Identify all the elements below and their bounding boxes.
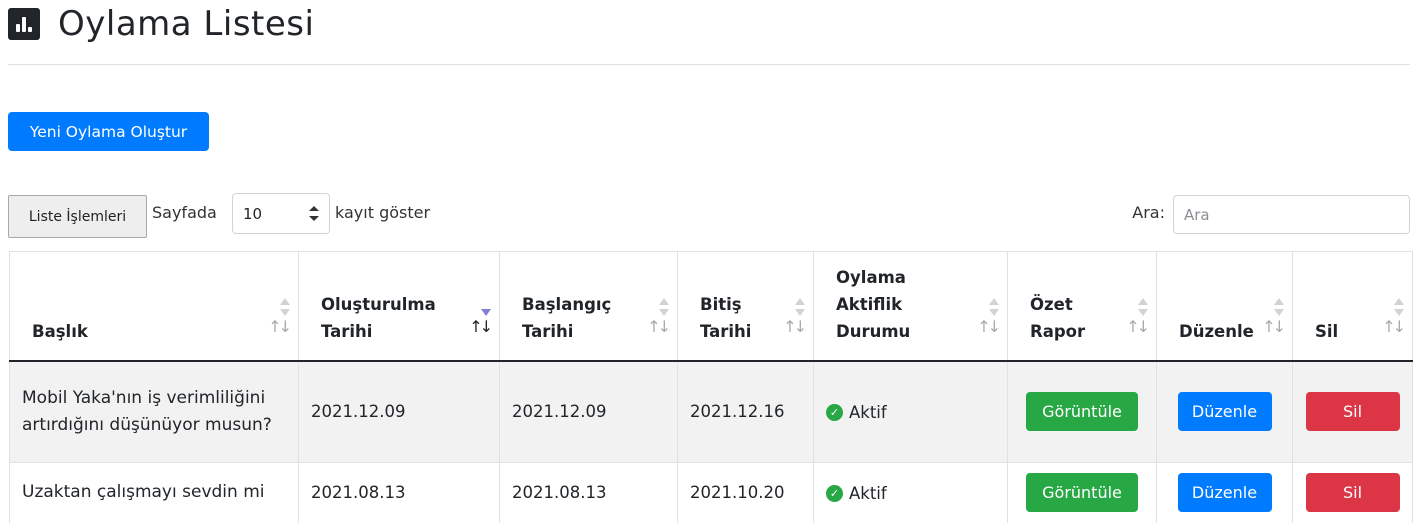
table-row: Mobil Yaka'nın iş verimliliğini artırdığ… — [9, 360, 1413, 463]
sort-arrows-icon: ↑↓ — [1382, 316, 1406, 336]
table-row: Uzaktan çalışmayı sevdin mi 2021.08.13 202… — [9, 462, 1413, 523]
check-circle-icon: ✓ — [826, 404, 843, 422]
cell-created: 2021.12.09 — [298, 360, 500, 463]
cell-status: ✓ Aktif — [813, 462, 1008, 523]
column-header-report[interactable]: Özet Rapor ↑↓ — [1007, 251, 1157, 362]
page-header: Oylama Listesi — [8, 0, 314, 48]
status-text: Aktif — [849, 484, 887, 504]
column-header-end[interactable]: Bitiş Tarihi ↑↓ — [677, 251, 814, 362]
delete-button[interactable]: Sil — [1305, 392, 1400, 432]
cell-report: Görüntüle — [1007, 462, 1157, 523]
edit-button[interactable]: Düzenle — [1177, 473, 1272, 513]
page-title: Oylama Listesi — [58, 4, 315, 44]
cell-edit: Düzenle — [1156, 360, 1293, 463]
status-badge: ✓ Aktif — [826, 484, 887, 503]
table-toolbar: Liste İşlemleri Sayfada 10 kayıt göster … — [8, 193, 1410, 239]
new-poll-button[interactable]: Yeni Oylama Oluştur — [8, 112, 209, 151]
per-page-value: 10 — [243, 204, 263, 223]
cell-start: 2021.08.13 — [499, 462, 678, 523]
column-header-start[interactable]: Başlangıç Tarihi ↑↓ — [499, 251, 678, 362]
sort-arrows-icon: ↑↓ — [1262, 316, 1286, 336]
column-header-title[interactable]: Başlık ↑↓ — [9, 251, 299, 362]
column-header-label: Başlangıç — [522, 294, 612, 314]
per-page-prefix: Sayfada — [152, 203, 217, 222]
header-divider — [8, 64, 1410, 65]
column-header-label: Tarihi — [321, 321, 373, 341]
cell-end: 2021.10.20 — [677, 462, 814, 523]
search-input[interactable] — [1173, 195, 1410, 234]
cell-report: Görüntüle — [1007, 360, 1157, 463]
cell-start: 2021.12.09 — [499, 360, 678, 463]
cell-created: 2021.08.13 — [298, 462, 500, 523]
column-header-label: Oylama — [836, 267, 906, 287]
cell-end: 2021.12.16 — [677, 360, 814, 463]
column-header-label: Tarihi — [522, 321, 574, 341]
column-header-status[interactable]: Oylama Aktiflik Durumu ↑↓ — [813, 251, 1008, 362]
column-header-label: Durumu — [836, 321, 911, 341]
search-label: Ara: — [1132, 203, 1165, 222]
list-actions-button[interactable]: Liste İşlemleri — [8, 195, 147, 238]
column-header-label: Aktiflik — [836, 294, 903, 314]
column-header-label: Oluşturulma — [321, 294, 436, 314]
bar-chart-icon — [8, 8, 40, 40]
column-header-label: Bitiş — [700, 294, 742, 314]
column-header-label: Özet — [1030, 294, 1073, 314]
status-text: Aktif — [849, 403, 887, 423]
cell-status: ✓ Aktif — [813, 360, 1008, 463]
polls-table: Başlık ↑↓ Oluşturulma Tarihi ↑↓ Başlangıç Tari… — [9, 251, 1413, 523]
table-body: Mobil Yaka'nın iş verimliliğini artırdığ… — [9, 360, 1413, 523]
cell-edit: Düzenle — [1156, 462, 1293, 523]
check-circle-icon: ✓ — [826, 485, 843, 503]
table-header-row: Başlık ↑↓ Oluşturulma Tarihi ↑↓ Başlangıç Tari… — [9, 251, 1413, 362]
per-page-suffix: kayıt göster — [335, 203, 431, 222]
view-report-button[interactable]: Görüntüle — [1026, 392, 1138, 432]
sort-arrows-icon: ↑↓ — [1126, 316, 1150, 336]
view-report-button[interactable]: Görüntüle — [1026, 473, 1138, 513]
sort-arrows-icon: ↑↓ — [647, 316, 671, 336]
status-badge: ✓ Aktif — [826, 403, 887, 422]
per-page-select[interactable]: 10 — [232, 193, 330, 234]
sort-arrows-icon: ↑↓ — [469, 316, 493, 336]
edit-button[interactable]: Düzenle — [1177, 392, 1272, 432]
sort-arrows-icon: ↑↓ — [783, 316, 807, 336]
delete-button[interactable]: Sil — [1305, 473, 1400, 513]
column-header-label: Düzenle — [1179, 321, 1254, 341]
cell-title: Mobil Yaka'nın iş verimliliğini artırdığ… — [9, 360, 299, 463]
select-arrows-icon — [309, 206, 319, 222]
cell-delete: Sil — [1292, 462, 1413, 523]
column-header-label: Sil — [1315, 321, 1339, 341]
column-header-label: Rapor — [1030, 321, 1086, 341]
cell-delete: Sil — [1292, 360, 1413, 463]
sort-arrows-icon: ↑↓ — [977, 316, 1001, 336]
column-header-created[interactable]: Oluşturulma Tarihi ↑↓ — [298, 251, 500, 362]
column-header-edit[interactable]: Düzenle ↑↓ — [1156, 251, 1293, 362]
column-header-delete[interactable]: Sil ↑↓ — [1292, 251, 1413, 362]
sort-arrows-icon: ↑↓ — [268, 316, 292, 336]
column-header-label: Tarihi — [700, 321, 752, 341]
column-header-label: Başlık — [32, 321, 88, 341]
cell-title: Uzaktan çalışmayı sevdin mi — [9, 462, 299, 523]
